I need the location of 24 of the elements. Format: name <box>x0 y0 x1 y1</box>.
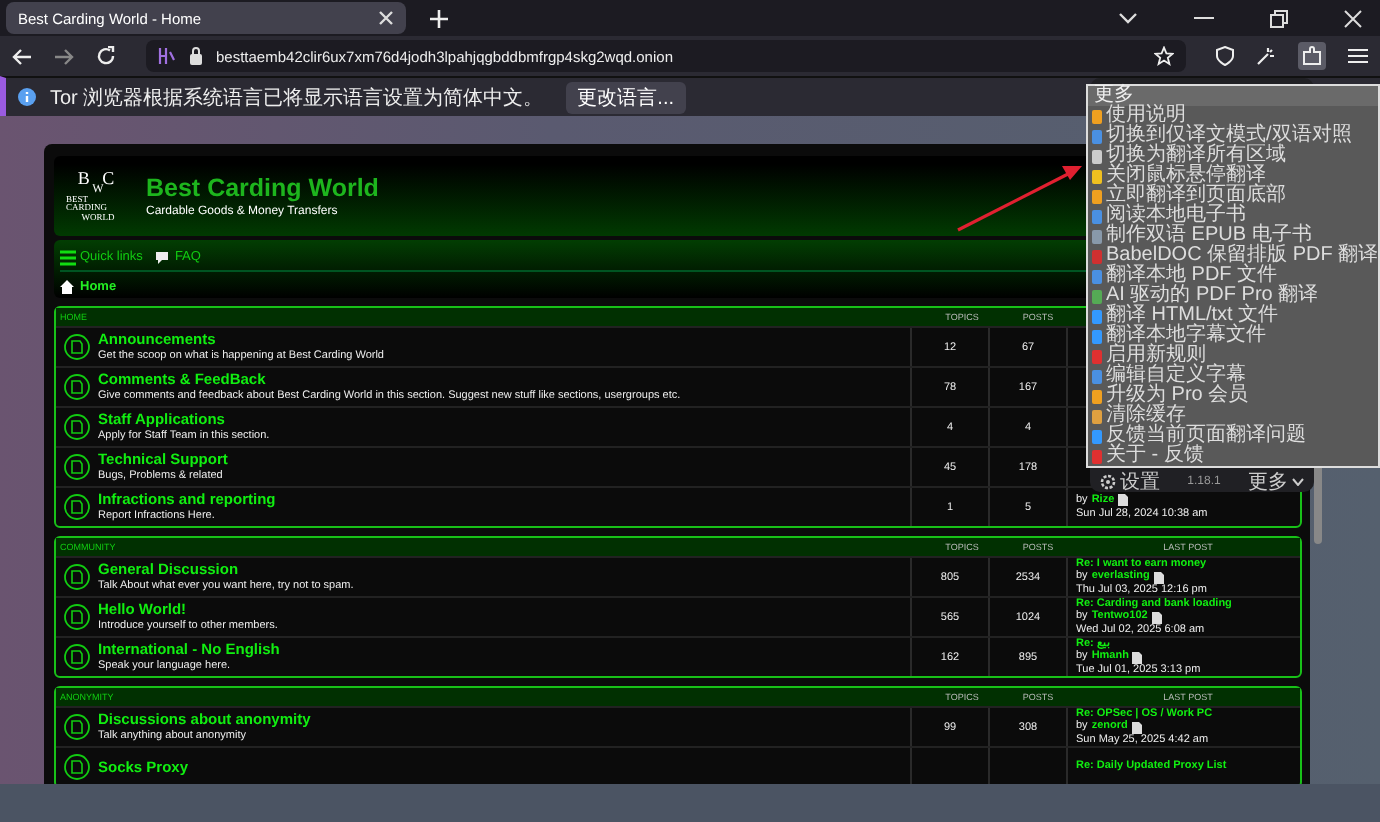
menu-item[interactable]: AI 驱动的 PDF Pro 翻译 <box>1088 286 1378 306</box>
menu-header: 更多 <box>1088 86 1378 106</box>
notification-text: Tor 浏览器根据系统语言已将显示语言设置为简体中文。 <box>50 85 544 111</box>
menu-item[interactable]: 翻译本地字幕文件 <box>1088 326 1378 346</box>
menu-item[interactable]: 反馈当前页面翻译问题 <box>1088 426 1378 446</box>
settings-link[interactable]: 设置 <box>1100 467 1160 495</box>
menu-item[interactable]: 启用新规则 <box>1088 346 1378 366</box>
menu-item[interactable]: 升级为 Pro 会员 <box>1088 386 1378 406</box>
menu-item[interactable]: 阅读本地电子书 <box>1088 206 1378 226</box>
menu-item[interactable]: 使用说明 <box>1088 106 1378 126</box>
menu-item[interactable]: 制作双语 EPUB 电子书 <box>1088 226 1378 246</box>
change-language-button[interactable]: 更改语言... <box>565 81 687 113</box>
menu-item[interactable]: BabelDOC 保留排版 PDF 翻译 <box>1088 246 1378 266</box>
more-dropdown[interactable]: 更多 <box>1248 467 1304 495</box>
site-title[interactable]: Best Carding World <box>146 174 379 202</box>
menu-item[interactable]: 翻译 HTML/txt 文件 <box>1088 306 1378 326</box>
menu-item[interactable]: 清除缓存 <box>1088 406 1378 426</box>
menu-item[interactable]: 切换到仅译文模式/双语对照 <box>1088 126 1378 146</box>
menu-item[interactable]: 切换为翻译所有区域 <box>1088 146 1378 166</box>
menu-item[interactable]: 立即翻译到页面底部 <box>1088 186 1378 206</box>
menu-item[interactable]: 编辑自定义字幕 <box>1088 366 1378 386</box>
menu-item[interactable]: 关闭鼠标悬停翻译 <box>1088 166 1378 186</box>
menu-item[interactable]: 翻译本地 PDF 文件 <box>1088 266 1378 286</box>
menu-item[interactable]: 关于 - 反馈 <box>1088 446 1378 466</box>
